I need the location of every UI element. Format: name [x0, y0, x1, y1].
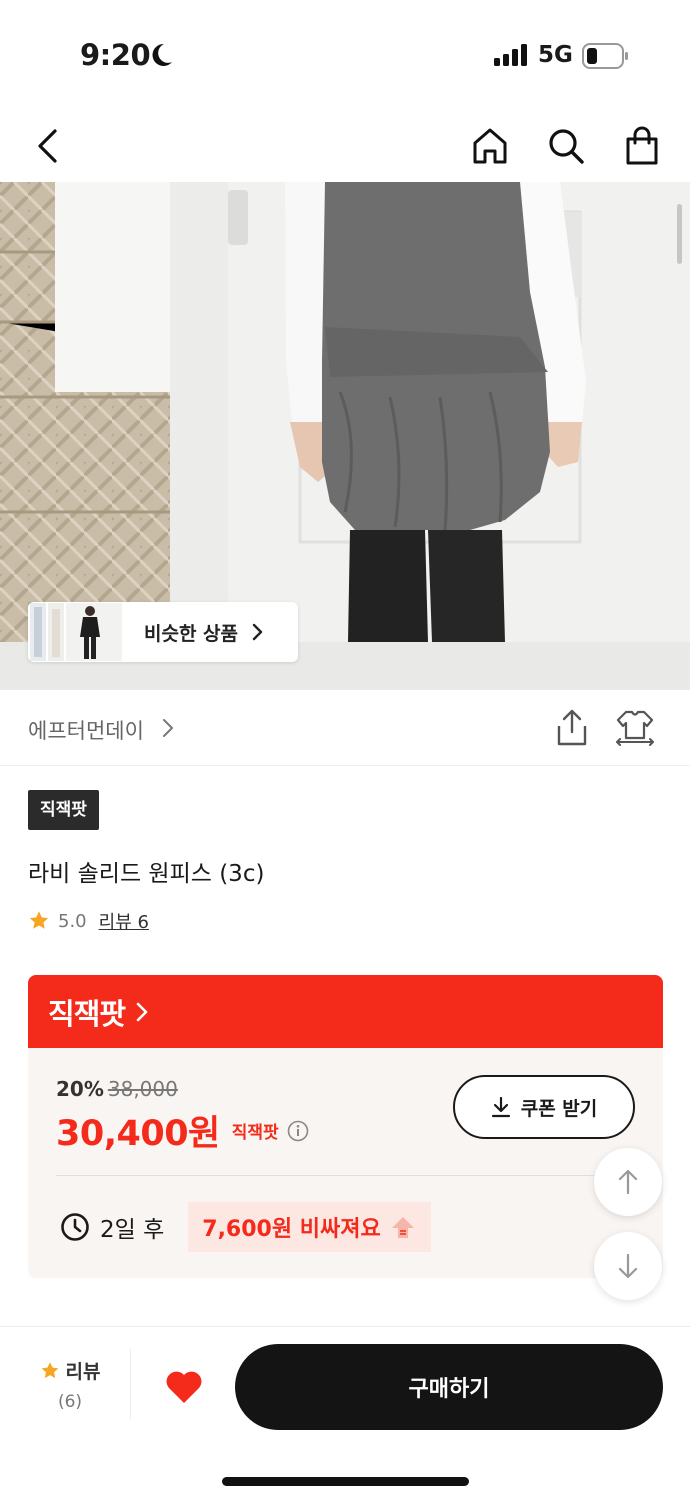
- review-tab-label: 리뷰: [65, 1361, 101, 1383]
- rising-arrow-icon: [391, 1217, 414, 1238]
- brand-name-link[interactable]: 에프터먼데이: [28, 715, 144, 745]
- product-title: 라비 솔리드 원피스 (3c): [28, 861, 265, 887]
- battery-icon: [582, 43, 628, 69]
- buy-button-label: 구매하기: [408, 1377, 490, 1402]
- network-label: 5G: [538, 42, 573, 68]
- review-link[interactable]: 리뷰 6: [99, 908, 149, 934]
- timer-text: 2일 후: [100, 1217, 165, 1243]
- sale-price: 30,400원: [56, 1114, 220, 1154]
- star-icon: [29, 911, 49, 929]
- price-up-chip: 7,600원 비싸져요: [188, 1202, 431, 1252]
- search-button[interactable]: [544, 124, 588, 168]
- star-icon: [41, 1361, 58, 1378]
- deal-header-label: 직잭팟: [48, 996, 126, 1031]
- nav-bar: [0, 110, 690, 182]
- chevron-right-icon: [252, 623, 263, 641]
- arrow-up-icon: [618, 1169, 638, 1195]
- cart-button[interactable]: [620, 124, 664, 168]
- review-tab[interactable]: 리뷰 (6): [30, 1357, 110, 1412]
- similar-thumbnails: [30, 603, 122, 661]
- chevron-right-icon: [136, 1002, 148, 1021]
- image-scroll-indicator: [677, 204, 682, 264]
- coupon-button[interactable]: 쿠폰 받기: [453, 1075, 635, 1139]
- status-bar: 9:20 5G: [0, 0, 690, 110]
- download-icon: [491, 1096, 510, 1118]
- price-suffix: 직잭팟: [231, 1123, 279, 1143]
- original-price: 38,000: [107, 1077, 178, 1101]
- coupon-label: 쿠폰 받기: [520, 1097, 598, 1120]
- share-icon[interactable]: [552, 708, 592, 748]
- chevron-right-icon: [163, 719, 173, 737]
- deal-badge: 직잭팟: [28, 790, 99, 830]
- discount-rate: 20%: [56, 1077, 104, 1101]
- deal-card: 직잭팟 20% 38,000 30,400원 직잭팟 쿠폰 받기 2일 후 7,…: [28, 975, 663, 1278]
- bottom-action-bar: 리뷰 (6) 구매하기: [0, 1326, 690, 1500]
- buy-button[interactable]: 구매하기: [235, 1344, 663, 1430]
- back-button[interactable]: [26, 124, 70, 168]
- clock-icon: [61, 1213, 89, 1241]
- scroll-top-button[interactable]: [594, 1148, 662, 1216]
- product-image[interactable]: 비슷한 상품: [0, 182, 690, 690]
- price-up-text: 7,600원 비싸져요: [202, 1217, 381, 1242]
- rating-row: 5.0 리뷰 6: [28, 906, 149, 936]
- deal-header[interactable]: 직잭팟: [28, 975, 663, 1048]
- home-button[interactable]: [468, 124, 512, 168]
- discount-line: 20% 38,000: [56, 1077, 178, 1101]
- search-icon: [549, 129, 584, 164]
- moon-icon: [152, 43, 172, 66]
- outfit-icon[interactable]: [614, 708, 656, 748]
- arrow-down-icon: [618, 1253, 638, 1279]
- review-tab-count: (6): [57, 1392, 83, 1412]
- price-line: 30,400원 직잭팟: [56, 1105, 309, 1156]
- like-button[interactable]: [162, 1365, 206, 1409]
- home-indicator: [222, 1477, 469, 1486]
- similar-products-label: 비슷한 상품: [144, 622, 239, 645]
- signal-icon: [494, 44, 527, 66]
- status-time: 9:20: [80, 38, 151, 72]
- similar-thumbnail-images: [30, 603, 122, 661]
- back-icon: [38, 129, 57, 163]
- info-icon[interactable]: [287, 1120, 309, 1142]
- home-icon: [473, 128, 507, 164]
- brand-row: 에프터먼데이: [0, 690, 690, 766]
- scroll-bottom-button[interactable]: [594, 1232, 662, 1300]
- deal-divider: [56, 1175, 636, 1176]
- bar-divider: [130, 1349, 131, 1419]
- cart-icon: [626, 126, 658, 165]
- heart-icon: [166, 1371, 202, 1403]
- rating-score: 5.0: [58, 910, 87, 932]
- timer-line: 2일 후 7,600원 비싸져요: [60, 1202, 431, 1252]
- similar-products-button[interactable]: 비슷한 상품: [28, 602, 298, 662]
